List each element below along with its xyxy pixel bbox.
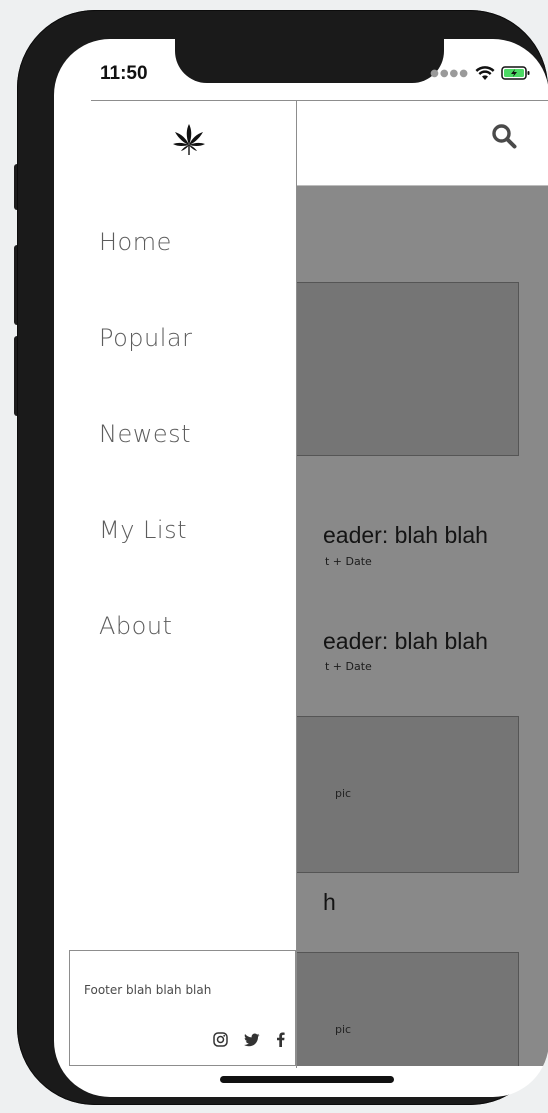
wifi-icon [475, 66, 495, 80]
instagram-icon[interactable] [213, 1032, 228, 1047]
home-indicator[interactable] [220, 1076, 394, 1083]
nav-item-popular[interactable]: Popular [99, 324, 193, 352]
facebook-icon[interactable] [276, 1032, 285, 1047]
article-headline[interactable]: h [323, 889, 336, 916]
nav-item-about[interactable]: About [99, 612, 172, 640]
article-byline: t + Date [325, 555, 372, 568]
twitter-icon[interactable] [244, 1033, 260, 1047]
signal-icon: ●●●● [430, 67, 469, 79]
status-icons: ●●●● [430, 63, 531, 83]
side-drawer: Home Popular Newest My List About [91, 100, 297, 1068]
battery-icon [501, 66, 530, 80]
nav-item-home[interactable]: Home [99, 228, 172, 256]
article-headline[interactable]: eader: blah blah [323, 522, 488, 549]
drawer-footer: Footer blah blah blah [69, 950, 296, 1066]
pic-label: pic [335, 1023, 352, 1036]
article-byline: t + Date [325, 660, 372, 673]
pic-label: pic [335, 787, 352, 800]
search-icon[interactable] [491, 123, 517, 149]
nav-item-my-list[interactable]: My List [99, 516, 187, 544]
phone-screen: 11:50 ●●●● eader: blah blah t + Date ead… [54, 39, 548, 1097]
leaf-logo-icon[interactable] [172, 123, 206, 157]
footer-text: Footer blah blah blah [84, 983, 212, 997]
social-links [213, 1032, 285, 1047]
status-time: 11:50 [100, 63, 148, 84]
article-headline[interactable]: eader: blah blah [323, 628, 488, 655]
nav-item-newest[interactable]: Newest [99, 420, 191, 448]
phone-frame: 11:50 ●●●● eader: blah blah t + Date ead… [17, 10, 548, 1105]
notch [175, 39, 444, 83]
